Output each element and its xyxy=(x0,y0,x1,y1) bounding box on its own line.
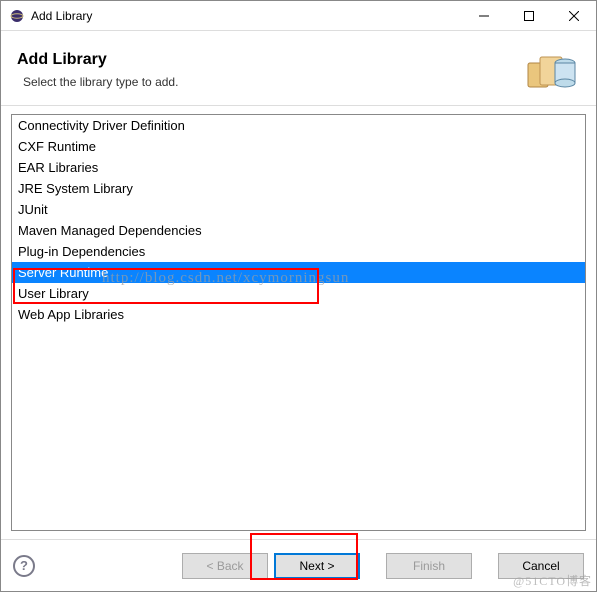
library-jar-icon xyxy=(520,45,580,95)
list-item[interactable]: Plug-in Dependencies xyxy=(12,241,585,262)
next-button[interactable]: Next > xyxy=(274,553,360,579)
minimize-button[interactable] xyxy=(461,1,506,30)
help-icon[interactable]: ? xyxy=(13,555,35,577)
window-title: Add Library xyxy=(31,9,461,23)
list-item[interactable]: Server Runtime xyxy=(12,262,585,283)
close-button[interactable] xyxy=(551,1,596,30)
window-controls xyxy=(461,1,596,30)
wizard-header: Add Library Select the library type to a… xyxy=(1,31,596,106)
maximize-button[interactable] xyxy=(506,1,551,30)
cancel-button[interactable]: Cancel xyxy=(498,553,584,579)
library-type-list[interactable]: Connectivity Driver DefinitionCXF Runtim… xyxy=(11,114,586,531)
page-title: Add Library xyxy=(17,51,520,69)
eclipse-icon xyxy=(9,8,25,24)
list-item[interactable]: JUnit xyxy=(12,199,585,220)
list-item[interactable]: Maven Managed Dependencies xyxy=(12,220,585,241)
window-titlebar: Add Library xyxy=(1,1,596,31)
list-item[interactable]: User Library xyxy=(12,283,585,304)
finish-button[interactable]: Finish xyxy=(386,553,472,579)
list-item[interactable]: EAR Libraries xyxy=(12,157,585,178)
list-item[interactable]: JRE System Library xyxy=(12,178,585,199)
list-item[interactable]: CXF Runtime xyxy=(12,136,585,157)
back-button[interactable]: < Back xyxy=(182,553,268,579)
list-item[interactable]: Connectivity Driver Definition xyxy=(12,115,585,136)
page-description: Select the library type to add. xyxy=(23,75,520,89)
wizard-button-bar: ? < Back Next > Finish Cancel xyxy=(1,539,596,591)
list-item[interactable]: Web App Libraries xyxy=(12,304,585,325)
